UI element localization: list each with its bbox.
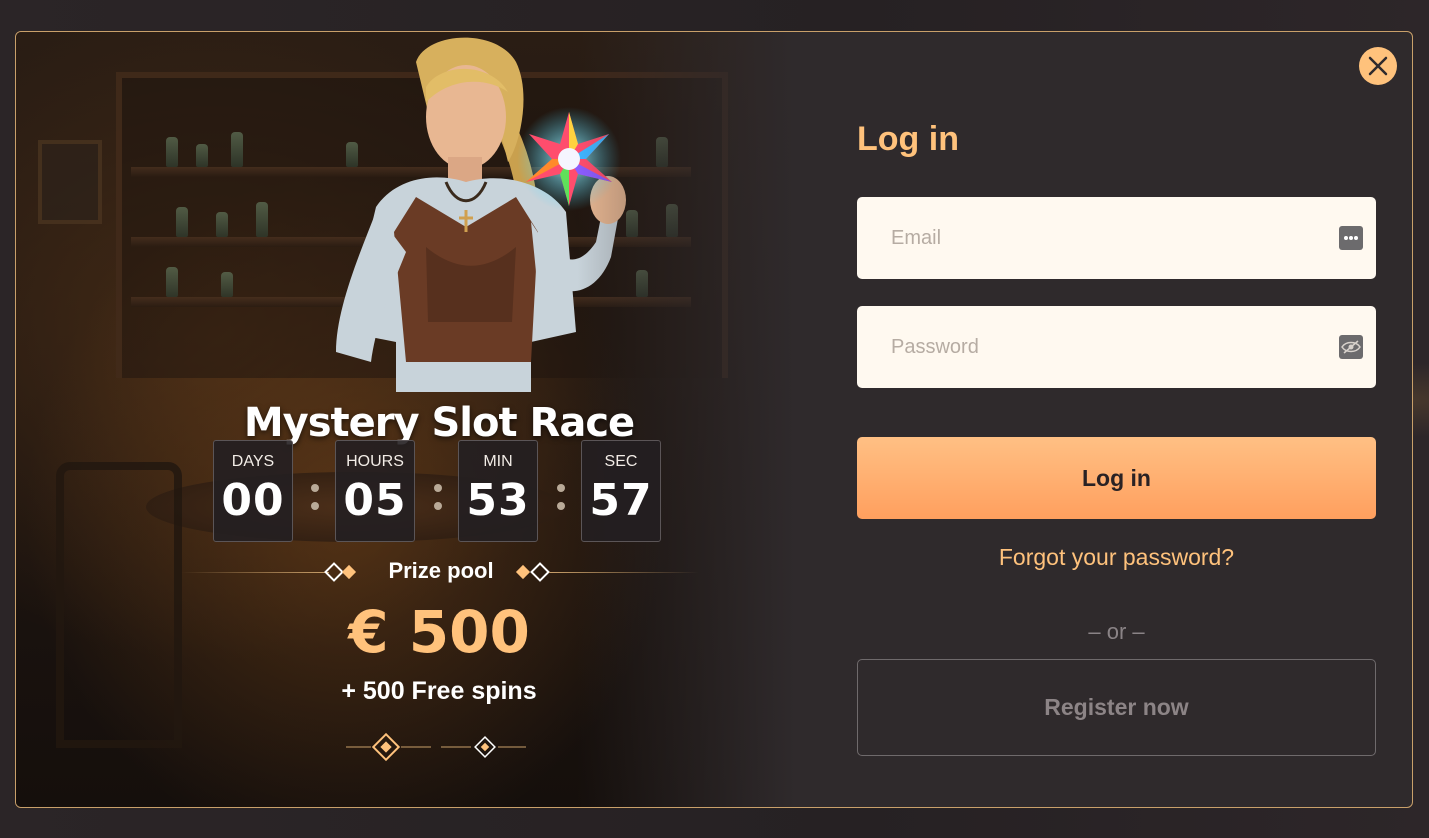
- countdown-label: HOURS: [346, 453, 404, 470]
- password-input[interactable]: [857, 306, 1376, 388]
- promo-panel: Mystery Slot Race DAYS 00 HOURS 05 MIN 5…: [16, 32, 796, 807]
- password-visibility-icon[interactable]: [1339, 335, 1363, 359]
- countdown-value: 57: [589, 475, 653, 526]
- password-field: [857, 306, 1376, 388]
- email-field: [857, 197, 1376, 279]
- countdown-label: SEC: [604, 453, 638, 470]
- eye-slash-icon: [1341, 340, 1361, 354]
- diamond-ornament-icon: [341, 564, 357, 580]
- diamond-ornament-icon: [530, 562, 550, 582]
- dots-icon: [1344, 236, 1358, 240]
- countdown-label: MIN: [483, 453, 513, 470]
- countdown-separator: [433, 484, 443, 520]
- decorative-ornament-icon: [346, 732, 526, 762]
- countdown-hours: HOURS 05: [335, 440, 415, 542]
- countdown-separator: [310, 484, 320, 520]
- or-separator: – or –: [1088, 619, 1145, 644]
- diamond-ornament-icon: [324, 562, 344, 582]
- prize-pool-label: Prize pool: [388, 558, 494, 583]
- prize-amount: € 500: [348, 598, 530, 666]
- divider-line: [549, 572, 699, 573]
- password-manager-icon[interactable]: [1339, 226, 1363, 250]
- login-title: Log in: [857, 120, 959, 158]
- countdown-days: DAYS 00: [213, 440, 293, 542]
- login-modal: Mystery Slot Race DAYS 00 HOURS 05 MIN 5…: [15, 31, 1413, 808]
- email-input[interactable]: [857, 197, 1376, 279]
- countdown-seconds: SEC 57: [581, 440, 661, 542]
- close-button[interactable]: [1359, 47, 1397, 85]
- divider-line: [181, 572, 329, 573]
- countdown-value: 05: [343, 475, 407, 526]
- countdown-label: DAYS: [231, 453, 275, 470]
- countdown-separator: [556, 484, 566, 520]
- register-button[interactable]: Register now: [857, 659, 1376, 756]
- countdown-value: 53: [466, 475, 530, 526]
- close-icon: [1368, 56, 1388, 76]
- countdown-minutes: MIN 53: [458, 440, 538, 542]
- prize-pool-header: Prize pool: [181, 558, 701, 588]
- prize-free-spins: + 500 Free spins: [341, 677, 537, 705]
- promo-title: Mystery Slot Race: [243, 400, 635, 446]
- login-button[interactable]: Log in: [857, 437, 1376, 519]
- countdown-value: 00: [221, 475, 285, 526]
- forgot-password-link[interactable]: Forgot your password?: [857, 544, 1376, 571]
